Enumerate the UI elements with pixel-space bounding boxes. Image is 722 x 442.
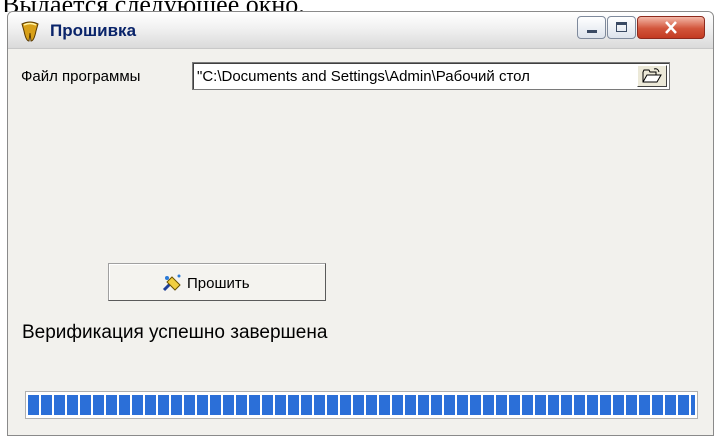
tooth-app-icon xyxy=(21,21,39,42)
wand-icon xyxy=(162,274,181,292)
browse-button[interactable] xyxy=(637,65,667,87)
flash-button-label: Прошить xyxy=(187,275,250,292)
flash-window: Прошивка Файл программы "C:\Documents an… xyxy=(7,11,714,436)
file-path-value: "C:\Documents and Settings\Admin\Рабочий… xyxy=(197,68,530,85)
file-label: Файл программы xyxy=(21,68,141,85)
minimize-button[interactable] xyxy=(577,16,606,39)
progress-bar xyxy=(25,391,698,419)
window-title: Прошивка xyxy=(50,21,137,40)
window-client-area: Файл программы "C:\Documents and Setting… xyxy=(8,49,713,435)
file-path-field[interactable]: "C:\Documents and Settings\Admin\Рабочий… xyxy=(192,62,670,90)
title-bar[interactable]: Прошивка xyxy=(8,12,713,49)
close-icon xyxy=(665,21,677,34)
close-button[interactable] xyxy=(637,16,705,39)
progress-bar-fill xyxy=(28,395,695,415)
maximize-button[interactable] xyxy=(607,16,636,39)
status-message: Верификация успешно завершена xyxy=(22,322,328,343)
flash-button[interactable]: Прошить xyxy=(108,263,326,301)
folder-open-icon xyxy=(642,68,662,83)
